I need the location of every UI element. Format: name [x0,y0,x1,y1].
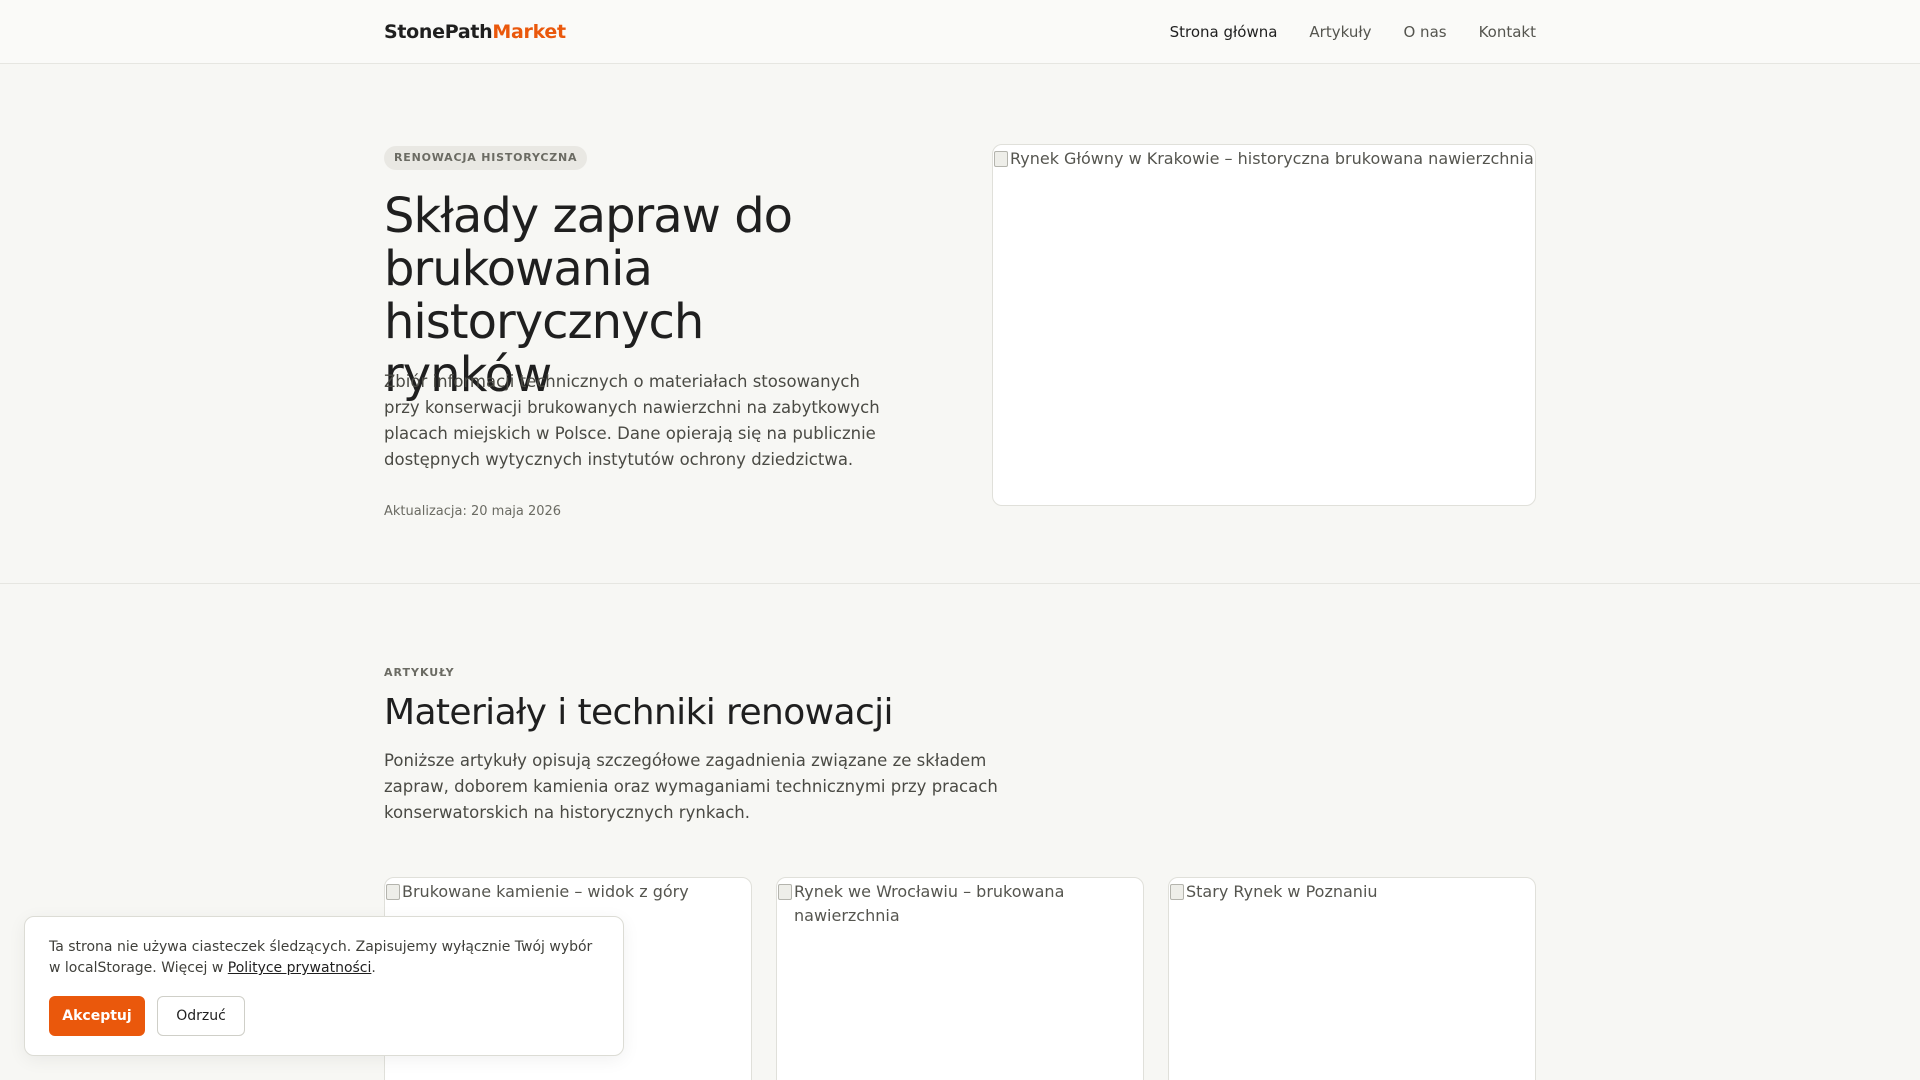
section-lead: Poniższe artykuły opisują szczegółowe za… [384,751,998,822]
section-eyebrow: ARTYKUŁY [384,666,455,679]
cookie-banner: Ta strona nie używa ciasteczek śledzącyc… [24,916,624,1056]
update-date: Aktualizacja: 20 maja 2026 [384,504,562,519]
site-logo[interactable]: StonePathMarket [384,21,566,43]
hero-lead: Zbiór informacji technicznych o materiał… [384,372,880,469]
article-card-image: Rynek we Wrocławiu – brukowana nawierzch… [778,880,1142,928]
hero-image-alt: Rynek Główny w Krakowie – historyczna br… [1010,149,1534,168]
article-card-image: Stary Rynek w Poznaniu [1170,880,1534,904]
site-header: StonePathMarket Strona główna Artykuły O… [0,0,1920,64]
article-card-image-alt: Brukowane kamienie – widok z góry [402,882,689,901]
article-card[interactable]: Rynek we Wrocławiu – brukowana nawierzch… [776,877,1144,1080]
cookie-text: Ta strona nie używa ciasteczek śledzącyc… [49,937,599,979]
broken-image-icon [778,884,792,900]
broken-image-icon [1170,884,1184,900]
nav-item-contact[interactable]: Kontakt [1479,23,1536,41]
accept-button[interactable]: Akceptuj [49,996,145,1036]
broken-image-icon [994,151,1008,167]
nav-item-about[interactable]: O nas [1403,23,1446,41]
hero-section: RENOWACJA HISTORYCZNA Składy zapraw do b… [0,64,1920,584]
reject-button[interactable]: Odrzuć [157,996,245,1036]
hero-image: Rynek Główny w Krakowie – historyczna br… [992,144,1536,506]
hero-image-placeholder: Rynek Główny w Krakowie – historyczna br… [994,147,1534,171]
logo-primary: StonePath [384,21,493,43]
article-card[interactable]: Stary Rynek w Poznaniu [1168,877,1536,1080]
article-card-image-alt: Rynek we Wrocławiu – brukowana nawierzch… [794,882,1065,925]
section-title: Materiały i techniki renowacji [384,692,894,733]
main-nav: Strona główna Artykuły O nas Kontakt [1170,23,1536,41]
logo-accent: Market [492,21,566,43]
cookie-text-end: . [371,960,376,976]
broken-image-icon [386,884,400,900]
category-tag: RENOWACJA HISTORYCZNA [384,146,588,170]
privacy-policy-link[interactable]: Polityce prywatności [228,960,372,976]
nav-item-articles[interactable]: Artykuły [1309,23,1371,41]
nav-item-home[interactable]: Strona główna [1170,23,1278,41]
article-card-image: Brukowane kamienie – widok z góry [386,880,750,904]
article-card-image-alt: Stary Rynek w Poznaniu [1186,882,1378,901]
